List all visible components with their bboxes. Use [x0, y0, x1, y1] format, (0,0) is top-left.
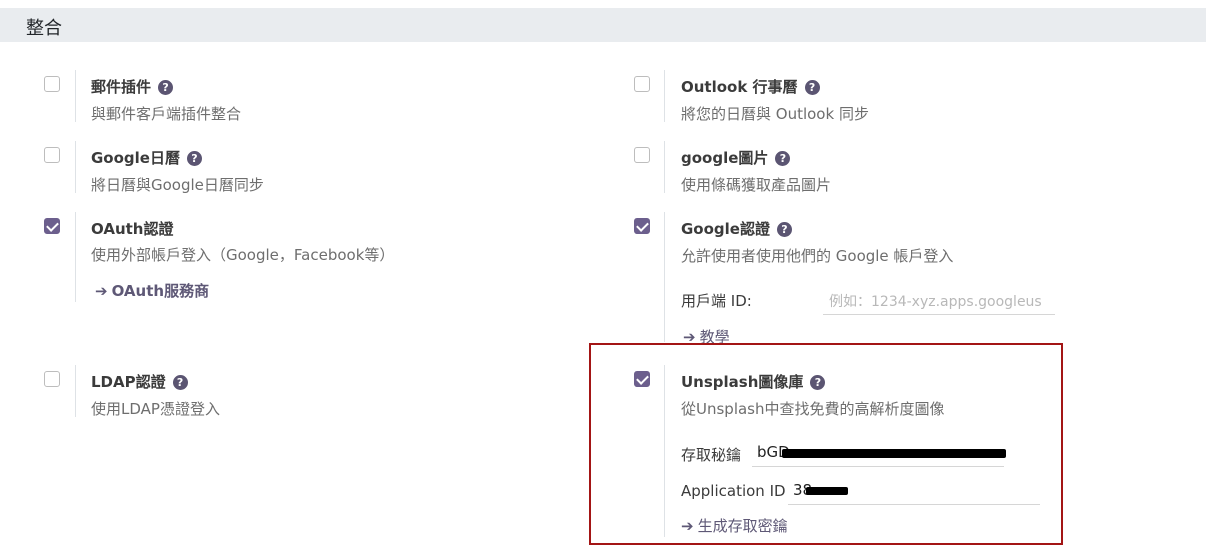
ldap-description: 使用LDAP憑證登入 [91, 400, 220, 418]
google-calendar-checkbox[interactable] [44, 147, 60, 163]
google-auth-title: Google認證? [681, 218, 792, 239]
outlook-calendar-checkbox[interactable] [634, 76, 650, 92]
section-header: 整合 [0, 8, 1206, 42]
google-auth-description: 允許使用者使用他們的 Google 帳戶登入 [681, 247, 954, 265]
ldap-checkbox[interactable] [44, 371, 60, 387]
help-icon[interactable]: ? [776, 222, 792, 237]
mail-plugin-checkbox[interactable] [44, 76, 60, 92]
divider [75, 70, 76, 122]
google-images-title-text: google圖片 [681, 149, 769, 167]
divider [75, 365, 76, 417]
google-images-description: 使用條碼獲取產品圖片 [681, 176, 832, 194]
google-auth-checkbox[interactable] [634, 218, 650, 234]
oauth-providers-link-text: OAuth服務商 [111, 282, 210, 300]
help-icon[interactable]: ? [775, 151, 791, 166]
outlook-calendar-title: Outlook 行事曆? [681, 76, 820, 97]
outlook-calendar-title-text: Outlook 行事曆 [681, 78, 798, 96]
google-images-checkbox[interactable] [634, 147, 650, 163]
google-calendar-title-text: Google日曆 [91, 149, 180, 167]
outlook-calendar-description: 將您的日曆與 Outlook 同步 [681, 105, 869, 123]
mail-plugin-title: 郵件插件? [91, 76, 174, 97]
divider [75, 212, 76, 302]
oauth-checkbox[interactable] [44, 218, 60, 234]
divider [664, 141, 665, 193]
divider [664, 212, 665, 342]
google-calendar-title: Google日曆? [91, 147, 202, 168]
divider [75, 141, 76, 193]
oauth-description: 使用外部帳戶登入（Google，Facebook等） [91, 246, 395, 264]
ldap-title-text: LDAP認證 [91, 373, 166, 391]
help-icon[interactable]: ? [186, 151, 202, 166]
client-id-label: 用戶端 ID: [681, 292, 752, 310]
divider [664, 70, 665, 122]
client-id-input[interactable]: 例如：1234-xyz.apps.googleus [823, 291, 1055, 315]
mail-plugin-title-text: 郵件插件 [91, 78, 152, 96]
oauth-title: OAuth認證 [91, 220, 174, 238]
section-title: 整合 [26, 18, 62, 39]
ldap-title: LDAP認證? [91, 371, 188, 392]
google-auth-title-text: Google認證 [681, 220, 770, 238]
google-calendar-description: 將日曆與Google日曆同步 [91, 176, 264, 194]
oauth-providers-link[interactable]: ➔ OAuth服務商 [95, 280, 209, 301]
google-images-title: google圖片? [681, 147, 791, 168]
help-icon[interactable]: ? [158, 80, 174, 95]
mail-plugin-description: 與郵件客戶端插件整合 [91, 105, 242, 123]
help-icon[interactable]: ? [804, 80, 820, 95]
highlight-box [589, 343, 1063, 545]
arrow-right-icon: ➔ [95, 282, 108, 300]
help-icon[interactable]: ? [172, 375, 188, 390]
